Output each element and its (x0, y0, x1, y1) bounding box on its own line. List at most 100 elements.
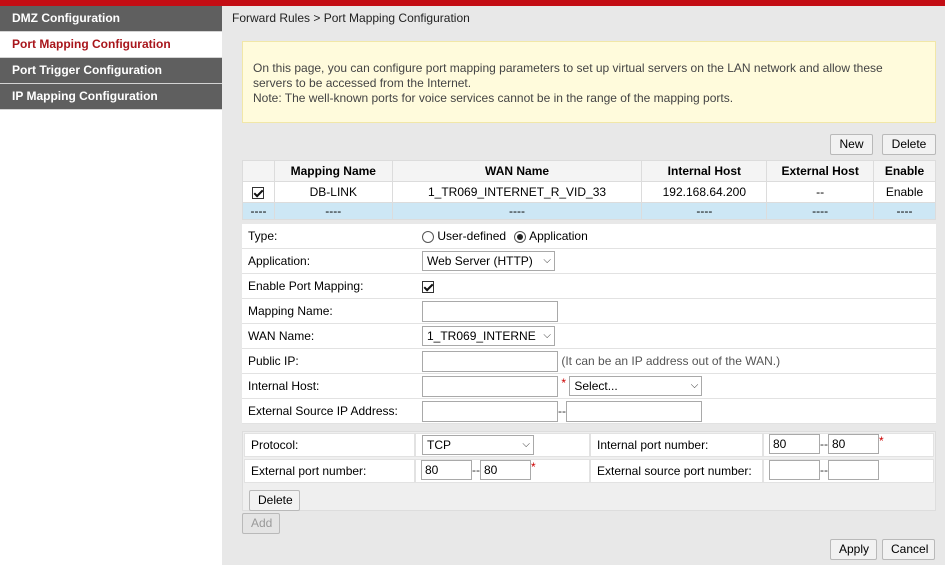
enable-port-mapping-checkbox[interactable] (422, 280, 434, 293)
internal-port-end-input[interactable] (828, 434, 879, 454)
cell-wan-name: 1_TR069_INTERNET_R_VID_33 (391, 181, 643, 203)
protocol-label: Protocol: (251, 438, 299, 452)
cell-wan-name: ---- (391, 202, 643, 220)
wan-select-value: 1_TR069_INTERNE (427, 329, 536, 343)
ext-src-ip-start-input[interactable] (422, 401, 558, 422)
required-star: * (879, 434, 884, 448)
wan-select[interactable]: 1_TR069_INTERNE ⌵ (422, 326, 555, 346)
range-dash: -- (820, 437, 828, 451)
internal-port-label-cell: Internal port number: (590, 433, 763, 457)
sidebar-item-port-trigger[interactable]: Port Trigger Configuration (0, 58, 222, 84)
protocol-select[interactable]: TCP ⌵ (422, 435, 534, 455)
ext-src-ip-end-input[interactable] (566, 401, 702, 422)
cell-select: ---- (242, 202, 275, 220)
table-header-row: Mapping Name WAN Name Internal Host Exte… (242, 160, 936, 182)
column-header-select (242, 160, 275, 182)
form-row-enable: Enable Port Mapping: (242, 274, 936, 299)
sidebar-item-ip-mapping[interactable]: IP Mapping Configuration (0, 84, 222, 110)
internal-host-select-value: Select... (574, 379, 618, 393)
required-star: * (531, 460, 536, 474)
range-dash: -- (472, 463, 480, 477)
external-port-start-input[interactable] (421, 460, 472, 480)
table-row[interactable]: DB-LINK 1_TR069_INTERNET_R_VID_33 192.16… (242, 181, 936, 203)
internal-port-control-cell: -- * (763, 433, 934, 457)
apply-button[interactable]: Apply (830, 539, 877, 560)
form-row-internal-host: Internal Host: * Select... ⌵ (242, 374, 936, 399)
chevron-down-icon: ⌵ (522, 439, 530, 450)
external-port-label-cell: External port number: (244, 459, 415, 483)
cancel-button[interactable]: Cancel (882, 539, 935, 560)
radio-user-defined[interactable] (422, 230, 434, 243)
chevron-down-icon: ⌵ (543, 255, 551, 266)
table-row-new[interactable]: ---- ---- ---- ---- ---- ---- (242, 202, 936, 220)
delete-port-button[interactable]: Delete (249, 490, 300, 511)
row-checkbox-cell[interactable] (242, 181, 275, 203)
application-select-value: Web Server (HTTP) (427, 254, 533, 268)
protocol-control-cell: TCP ⌵ (415, 433, 590, 457)
port-row-1: Protocol: TCP ⌵ Internal port number: --… (243, 432, 935, 458)
external-port-control-cell: -- * (415, 459, 590, 483)
chevron-down-icon: ⌵ (690, 380, 699, 391)
ext-src-port-start-input[interactable] (769, 460, 820, 480)
enable-label: Enable Port Mapping: (248, 279, 364, 293)
add-button[interactable]: Add (242, 513, 280, 534)
row-checkbox[interactable] (252, 186, 265, 199)
breadcrumb: Forward Rules > Port Mapping Configurati… (222, 6, 945, 31)
internal-host-label: Internal Host: (248, 379, 320, 393)
ext-src-port-end-input[interactable] (828, 460, 879, 480)
required-star: * (561, 376, 567, 390)
cell-external-host: -- (766, 181, 875, 203)
form-row-wan: WAN Name: 1_TR069_INTERNE ⌵ (242, 324, 936, 349)
sidebar-item-dmz[interactable]: DMZ Configuration (0, 6, 222, 32)
delete-button[interactable]: Delete (882, 134, 936, 155)
form-row-public-ip: Public IP: (It can be an IP address out … (242, 349, 936, 374)
internal-port-label: Internal port number: (597, 438, 709, 452)
chevron-down-icon: ⌵ (543, 330, 551, 341)
sidebar: DMZ Configuration Port Mapping Configura… (0, 6, 222, 565)
internal-host-input[interactable] (422, 376, 558, 397)
radio-application-label: Application (529, 229, 588, 243)
notice-line: servers to be accessed from the Internet… (253, 76, 472, 90)
internal-host-select[interactable]: Select... ⌵ (569, 376, 703, 396)
form-row-application: Application: Web Server (HTTP) ⌵ (242, 249, 936, 274)
cell-internal-host: 192.168.64.200 (641, 181, 768, 203)
form-row-mapping-name: Mapping Name: (242, 299, 936, 324)
column-header-internal-host: Internal Host (641, 160, 768, 182)
external-port-end-input[interactable] (480, 460, 531, 480)
mapping-table: Mapping Name WAN Name Internal Host Exte… (242, 160, 936, 220)
main-content: Forward Rules > Port Mapping Configurati… (222, 6, 945, 565)
internal-port-start-input[interactable] (769, 434, 820, 454)
column-header-external-host: External Host (766, 160, 875, 182)
new-button[interactable]: New (830, 134, 873, 155)
form-row-external-source-ip: External Source IP Address: -- (242, 399, 936, 424)
cell-mapping-name: DB-LINK (273, 181, 393, 203)
ext-src-port-label: External source port number: (597, 464, 752, 478)
mapping-name-input[interactable] (422, 301, 558, 322)
cell-external-host: ---- (766, 202, 875, 220)
cell-internal-host: ---- (641, 202, 768, 220)
application-select[interactable]: Web Server (HTTP) ⌵ (422, 251, 555, 271)
port-row-2: External port number: -- * External sourc… (243, 458, 935, 484)
notice-line: On this page, you can configure port map… (253, 61, 883, 75)
range-dash: -- (558, 404, 566, 418)
ext-src-port-label-cell: External source port number: (590, 459, 763, 483)
port-settings-box: Protocol: TCP ⌵ Internal port number: --… (242, 431, 936, 511)
wan-label: WAN Name: (248, 329, 315, 343)
type-label: Type: (248, 229, 278, 243)
cell-enable: Enable (873, 181, 936, 203)
type-options: User-defined Application (422, 226, 588, 247)
mapping-form: Type: User-defined Application Applicati… (242, 224, 936, 424)
ext-src-ip-label: External Source IP Address: (248, 404, 398, 418)
sidebar-item-port-mapping[interactable]: Port Mapping Configuration (0, 32, 222, 58)
radio-application[interactable] (514, 230, 527, 243)
public-ip-input[interactable] (422, 351, 558, 372)
application-label: Application: (248, 254, 311, 268)
notice-line: Note: The well-known ports for voice ser… (253, 91, 734, 105)
protocol-label-cell: Protocol: (244, 433, 415, 457)
column-header-mapping-name: Mapping Name (273, 160, 393, 182)
radio-user-defined-label: User-defined (437, 229, 507, 243)
column-header-wan-name: WAN Name (391, 160, 643, 182)
info-notice: On this page, you can configure port map… (242, 41, 936, 123)
external-port-label: External port number: (251, 464, 367, 478)
cell-enable: ---- (873, 202, 936, 220)
